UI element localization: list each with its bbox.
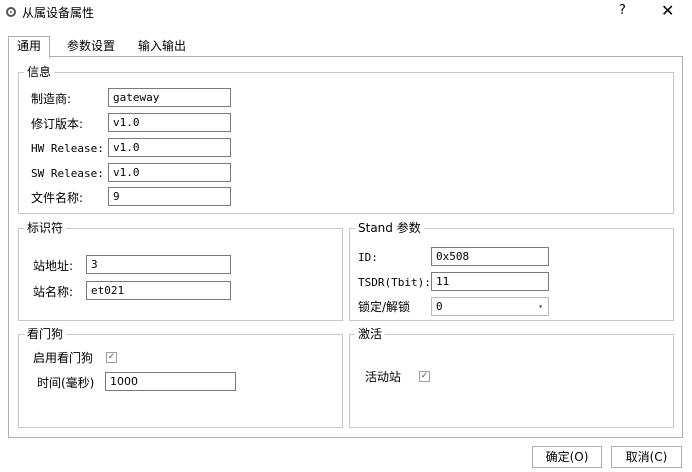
watchdog-time-field[interactable]: 1000 bbox=[105, 372, 236, 391]
station-address-field[interactable]: 3 bbox=[86, 255, 231, 274]
sw-release-field[interactable]: v1.0 bbox=[108, 163, 231, 182]
window-title: 从属设备属性 bbox=[22, 6, 95, 20]
active-station-checkbox[interactable]: ✓ bbox=[419, 371, 430, 382]
tab-parameters[interactable]: 参数设置 bbox=[61, 37, 121, 56]
id-label: ID: bbox=[358, 251, 378, 264]
hw-release-label: HW Release: bbox=[31, 142, 104, 155]
help-button[interactable]: ? bbox=[619, 3, 626, 18]
chevron-down-icon: ▾ bbox=[538, 302, 543, 311]
hw-release-field[interactable]: v1.0 bbox=[108, 138, 231, 157]
identifier-group-title: 标识符 bbox=[24, 221, 67, 235]
enable-watchdog-label: 启用看门狗 bbox=[33, 351, 94, 365]
filename-label: 文件名称: bbox=[31, 191, 84, 205]
lock-unlock-select[interactable]: 0 ▾ bbox=[431, 297, 549, 316]
lock-unlock-value: 0 bbox=[436, 300, 443, 313]
app-icon bbox=[6, 7, 16, 17]
tsdr-field[interactable]: 11 bbox=[431, 272, 549, 291]
identifier-group bbox=[18, 228, 343, 321]
lock-unlock-label: 锁定/解锁 bbox=[358, 300, 411, 314]
ok-button[interactable]: 确定(O) bbox=[532, 446, 602, 468]
active-station-label: 活动站 bbox=[365, 370, 402, 384]
filename-field[interactable]: 9 bbox=[108, 187, 231, 206]
info-group-title: 信息 bbox=[24, 65, 55, 79]
title-bar: 从属设备属性 ? ✕ bbox=[0, 0, 692, 26]
activate-group-title: 激活 bbox=[355, 327, 386, 341]
tsdr-label: TSDR(Tbit): bbox=[358, 276, 431, 289]
watchdog-group-title: 看门狗 bbox=[24, 327, 67, 341]
station-name-field[interactable]: et021 bbox=[86, 281, 231, 300]
revision-field[interactable]: v1.0 bbox=[108, 113, 231, 132]
sw-release-label: SW Release: bbox=[31, 167, 104, 180]
close-icon[interactable]: ✕ bbox=[661, 1, 674, 20]
manufacturer-label: 制造商: bbox=[31, 92, 72, 106]
tab-io[interactable]: 输入输出 bbox=[132, 37, 192, 56]
manufacturer-field[interactable]: gateway bbox=[108, 88, 231, 107]
id-field[interactable]: 0x508 bbox=[431, 247, 549, 266]
enable-watchdog-checkbox[interactable]: ✓ bbox=[106, 352, 117, 363]
station-name-label: 站名称: bbox=[33, 285, 74, 299]
revision-label: 修订版本: bbox=[31, 117, 84, 131]
tab-general[interactable]: 通用 bbox=[8, 36, 50, 58]
cancel-button[interactable]: 取消(C) bbox=[611, 446, 682, 468]
stand-params-title: Stand 参数 bbox=[355, 221, 424, 235]
station-address-label: 站地址: bbox=[33, 259, 74, 273]
watchdog-time-label: 时间(毫秒) bbox=[37, 376, 95, 390]
